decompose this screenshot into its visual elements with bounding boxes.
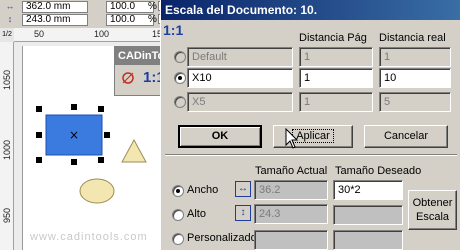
radio-x5[interactable] [174,96,186,108]
radio-default[interactable] [174,51,186,63]
distancia-pag-x5: 1 [299,92,373,112]
distancia-real-x10[interactable]: 10 [379,68,451,88]
distancia-real-x5: 5 [379,92,451,112]
preset-name-x5: X5 [187,92,293,112]
ellipse-shape[interactable] [79,178,115,204]
ancho-actual-field: 36.2 [254,180,328,200]
scale-icon: 1:1 [163,22,184,38]
distancia-real-default: 1 [379,47,451,67]
height-dimension-icon: ↕ [235,205,251,221]
watermark-text: www.cadintools.com [30,231,148,243]
ancho-deseado-input[interactable]: 30*2 [333,180,403,200]
drawing-shapes: × [36,104,147,204]
header-distancia-pag: Distancia Pág [299,32,367,44]
personalizado-actual-field [254,230,328,250]
scale-dialog: Escala del Documento: 10. 1:1 Distancia … [160,0,460,250]
width-dimension-icon: ↔ [235,181,251,197]
ok-button[interactable]: OK [178,125,262,148]
personalizado-deseado-input [333,230,403,250]
header-tamano-deseado: Tamaño Deseado [335,165,422,177]
cancelar-button[interactable]: Cancelar [364,125,448,148]
header-distancia-real: Distancia real [379,32,446,44]
obtener-label-line2: Escala [415,211,450,223]
preset-name-default: Default [187,47,293,67]
radio-personalizado[interactable] [172,233,184,245]
distancia-pag-default: 1 [299,47,373,67]
aplicar-label: Aplicar [292,129,334,143]
obtener-escala-button[interactable]: Obtener Escala [408,190,457,230]
ancho-label: Ancho [187,184,219,196]
triangle-shape[interactable] [121,138,147,163]
center-mark-icon: × [69,128,79,142]
alto-actual-field: 24.3 [254,204,328,224]
obtener-label-line1: Obtener [412,197,453,209]
radio-alto[interactable] [172,209,184,221]
alto-label: Alto [187,208,206,220]
radio-x10[interactable] [174,72,186,84]
distancia-pag-x10[interactable]: 1 [299,68,373,88]
radio-ancho[interactable] [172,185,184,197]
preset-name-x10[interactable]: X10 [187,68,293,88]
personalizado-label: Personalizado [187,232,257,244]
measure-tool-icon[interactable] [121,71,135,85]
alto-deseado-input [333,205,403,225]
cad-application: ↔ 362.0 mm 100.0 % ↕ 243.0 mm 100.0 % 1/… [0,0,172,250]
header-tamano-actual: Tamaño Actual [255,165,328,177]
section-divider [165,154,457,156]
mouse-pointer-icon [285,128,299,149]
dialog-title: Escala del Documento: 10. [161,0,460,20]
